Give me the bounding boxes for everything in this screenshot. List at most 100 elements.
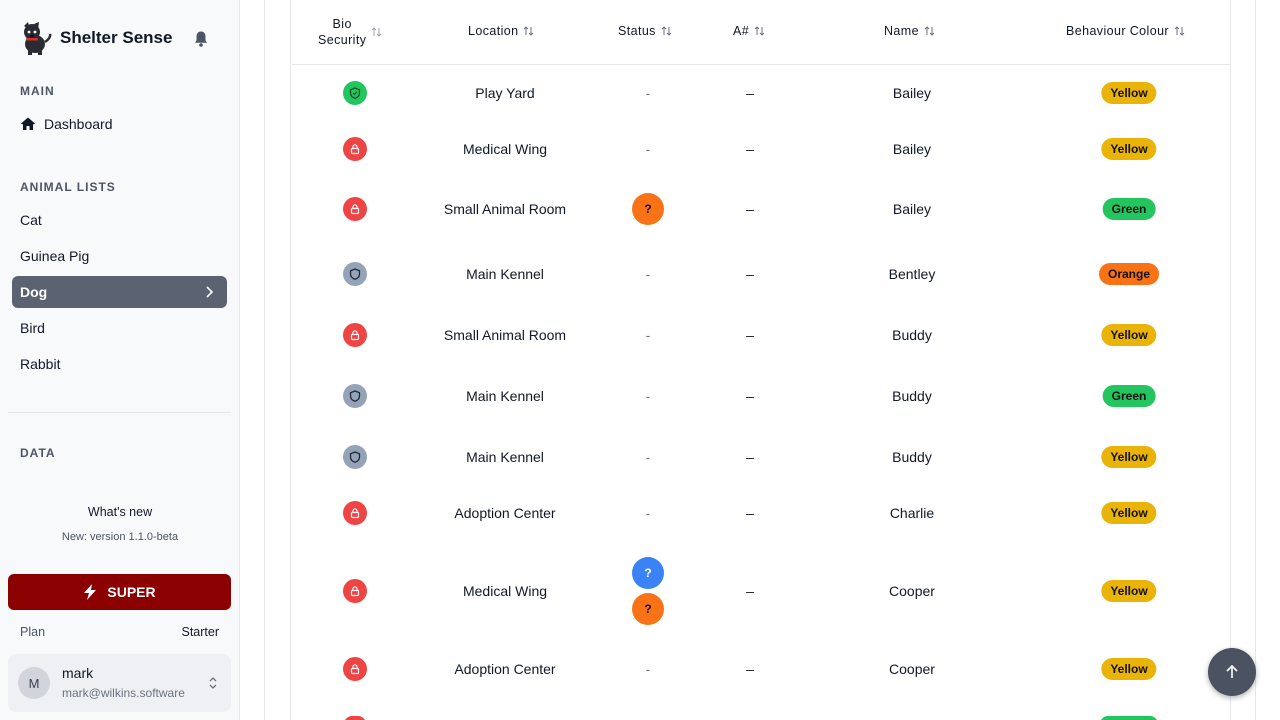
location-cell: Medical Wing [462,583,548,599]
sidebar-item-label: Guinea Pig [20,248,90,264]
bio-security-indicator[interactable] [343,501,367,525]
home-icon [21,117,35,130]
bio-security-indicator[interactable] [343,323,367,347]
bio-security-indicator[interactable] [343,657,367,681]
bio-security-indicator[interactable] [343,197,367,221]
shield-icon [349,87,361,99]
anum-cell: – [746,266,754,282]
name-cell[interactable]: Bentley [889,266,936,282]
section-animal-lists-label: ANIMAL LISTS [20,180,116,194]
anum-cell: – [746,449,754,465]
header-location-label: Location [468,24,519,38]
name-cell[interactable]: Bailey [893,85,931,101]
anum-cell: – [746,661,754,677]
whats-new-version: New: version 1.1.0-beta [61,531,179,543]
status-badge[interactable]: ? [632,557,664,589]
sidebar-item-dashboard[interactable]: Dashboard [12,108,227,140]
lock-icon [350,586,360,597]
location-cell: Small Animal Room [443,327,567,343]
sidebar-item-label: Dog [20,284,48,300]
behaviour-badge: Yellow [1101,82,1157,104]
name-cell[interactable]: Bailey [893,141,931,157]
anum-cell: – [746,327,754,343]
behaviour-badge: Green [1102,385,1156,407]
avatar: M [18,667,50,699]
chevron-up-down-icon [209,677,217,689]
lock-icon [350,508,360,519]
scroll-to-top-button[interactable] [1208,648,1256,696]
lock-icon [350,144,360,155]
shield-icon [349,451,361,463]
behaviour-badge: Yellow [1101,446,1157,468]
column-header-location[interactable]: Location [468,24,534,38]
plan-value: Starter [181,625,219,639]
behaviour-badge: Yellow [1101,580,1157,602]
user-menu[interactable]: M mark mark@wilkins.software [8,654,231,712]
shield-icon [349,268,361,280]
arrow-up-icon [1226,664,1238,678]
super-button[interactable]: SUPER [8,574,231,610]
user-name: mark [62,665,94,681]
name-cell[interactable]: Cooper [889,583,935,599]
status-badge[interactable]: ? [632,193,664,225]
bio-security-indicator[interactable] [343,579,367,603]
sort-icon [754,26,765,36]
lock-icon [350,204,360,215]
plan-label: Plan [20,625,46,639]
sidebar-item-guinea-pig[interactable]: Guinea Pig [12,240,227,272]
status-cell: - [645,327,651,343]
sidebar-item-cat[interactable]: Cat [12,204,227,236]
name-cell[interactable]: Buddy [892,388,932,404]
super-button-label: SUPER [107,584,156,600]
status-cell: - [645,266,651,282]
lock-icon [350,664,360,675]
name-cell[interactable]: Bailey [893,201,931,217]
name-cell[interactable]: Buddy [892,449,932,465]
name-cell[interactable]: Cooper [889,661,935,677]
anum-cell: – [746,85,754,101]
header-anum-label: A# [733,24,750,38]
sidebar-item-label: Dashboard [44,116,113,132]
bio-security-indicator[interactable] [343,262,367,286]
sidebar-item-rabbit[interactable]: Rabbit [12,348,227,380]
behaviour-badge [1100,716,1158,720]
name-cell[interactable]: Buddy [892,327,932,343]
sidebar: Shelter Sense MAIN Dashboard ANIMAL LIST… [0,0,240,720]
column-header-status[interactable]: Status [618,24,672,38]
bio-security-indicator[interactable] [343,445,367,469]
behaviour-badge: Yellow [1101,324,1157,346]
sidebar-item-dog[interactable]: Dog [12,276,227,308]
column-header-bio-security[interactable]: Bio Security [318,16,382,48]
sort-icon [372,27,382,37]
anum-cell: – [746,141,754,157]
sort-icon [924,26,935,36]
bio-security-indicator[interactable] [343,81,367,105]
sidebar-item-bird[interactable]: Bird [12,312,227,344]
column-header-name[interactable]: Name [884,24,935,38]
name-cell[interactable]: Charlie [890,505,934,521]
behaviour-badge: Green [1102,198,1156,220]
bio-security-indicator[interactable] [343,384,367,408]
column-header-behaviour-colour[interactable]: Behaviour Colour [1066,24,1185,38]
header-behaviour-label: Behaviour Colour [1066,24,1169,38]
whats-new-title[interactable]: What's new [0,505,240,519]
bio-security-indicator[interactable] [344,716,366,720]
status-badge[interactable]: ? [632,593,664,625]
header-bio-line1: Bio [332,17,352,31]
location-cell: Adoption Center [454,661,556,677]
location-cell: Main Kennel [466,449,544,465]
status-cell: - [645,388,651,404]
sidebar-item-label: Cat [20,212,42,228]
user-email: mark@wilkins.software [62,686,185,700]
bio-security-indicator[interactable] [343,137,367,161]
app-name: Shelter Sense [60,28,173,47]
anum-cell: – [746,388,754,404]
lock-icon [350,330,360,341]
bell-icon[interactable] [192,30,210,48]
column-header-anum[interactable]: A# [733,24,765,38]
location-cell: Main Kennel [466,266,544,282]
sort-icon [661,26,672,36]
sidebar-divider [8,412,231,413]
behaviour-badge: Yellow [1101,138,1157,160]
brand[interactable]: Shelter Sense [20,20,172,56]
